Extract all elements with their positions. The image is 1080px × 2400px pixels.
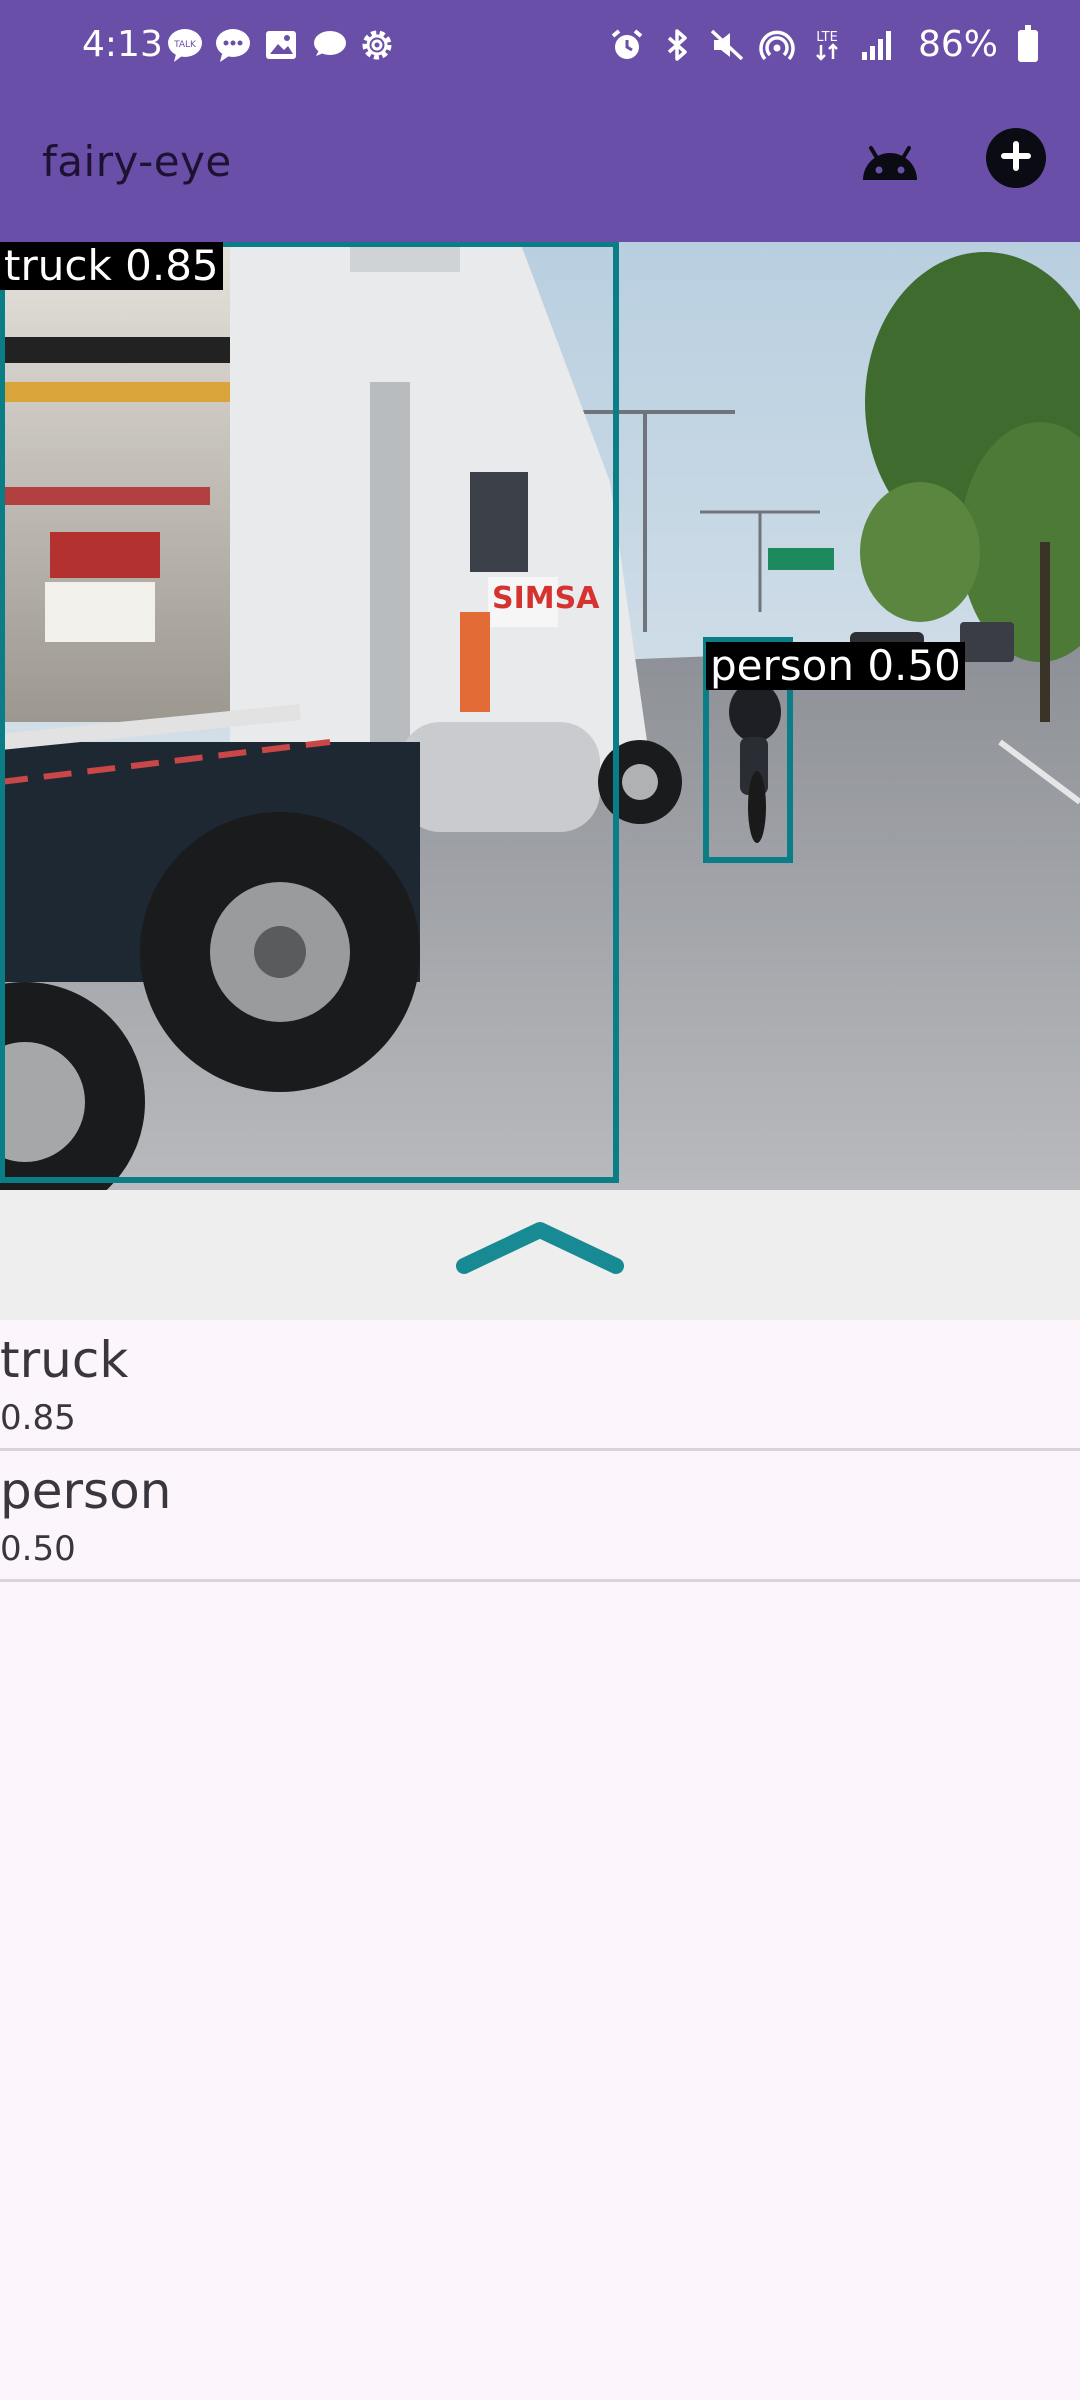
- truck-detection-label: truck 0.85: [0, 242, 223, 290]
- result-item-person[interactable]: person 0.50: [0, 1451, 1080, 1582]
- app-bar: fairy-eye: [0, 92, 1080, 242]
- status-time: 4:13: [82, 24, 163, 65]
- camera-frame-image: SIMSA: [0, 242, 1080, 1190]
- add-circle-icon: [999, 139, 1033, 177]
- hotspot-icon: [758, 26, 796, 64]
- bottom-sheet-handle[interactable]: [0, 1190, 1080, 1320]
- android-icon: [859, 144, 921, 188]
- result-label: person: [0, 1462, 172, 1520]
- result-score: 0.85: [0, 1398, 76, 1438]
- bluetooth-icon: [658, 26, 696, 64]
- chevron-up-icon: [456, 1216, 624, 1280]
- camera-preview: SIMSA truck 0.85 person 0.50: [0, 242, 1080, 1190]
- cloud-chat-icon: [310, 26, 348, 64]
- battery-icon: [1018, 25, 1038, 62]
- notification-icons: TALK: [166, 26, 396, 64]
- android-button[interactable]: [854, 130, 926, 202]
- result-score: 0.50: [0, 1529, 76, 1569]
- result-label: truck: [0, 1331, 129, 1389]
- signal-icon: [858, 26, 896, 64]
- gallery-icon: [262, 26, 300, 64]
- app-title: fairy-eye: [42, 137, 232, 186]
- status-bar: 4:13 TALK LTE 86%: [0, 0, 1080, 92]
- system-icons: LTE: [608, 26, 896, 64]
- result-item-truck[interactable]: truck 0.85: [0, 1320, 1080, 1451]
- svg-text:LTE: LTE: [816, 30, 838, 45]
- alarm-icon: [608, 26, 646, 64]
- messages-icon: [214, 26, 252, 64]
- battery-percent: 86%: [917, 24, 998, 65]
- lte-icon: LTE: [808, 26, 846, 64]
- settings-gear-icon: [358, 26, 396, 64]
- svg-text:SIMSA: SIMSA: [492, 581, 600, 616]
- mute-icon: [708, 26, 746, 64]
- results-list: truck 0.85 person 0.50: [0, 1320, 1080, 1582]
- person-detection-label: person 0.50: [706, 642, 965, 690]
- svg-text:TALK: TALK: [173, 40, 197, 50]
- talk-icon: TALK: [166, 26, 204, 64]
- add-button[interactable]: [986, 128, 1046, 188]
